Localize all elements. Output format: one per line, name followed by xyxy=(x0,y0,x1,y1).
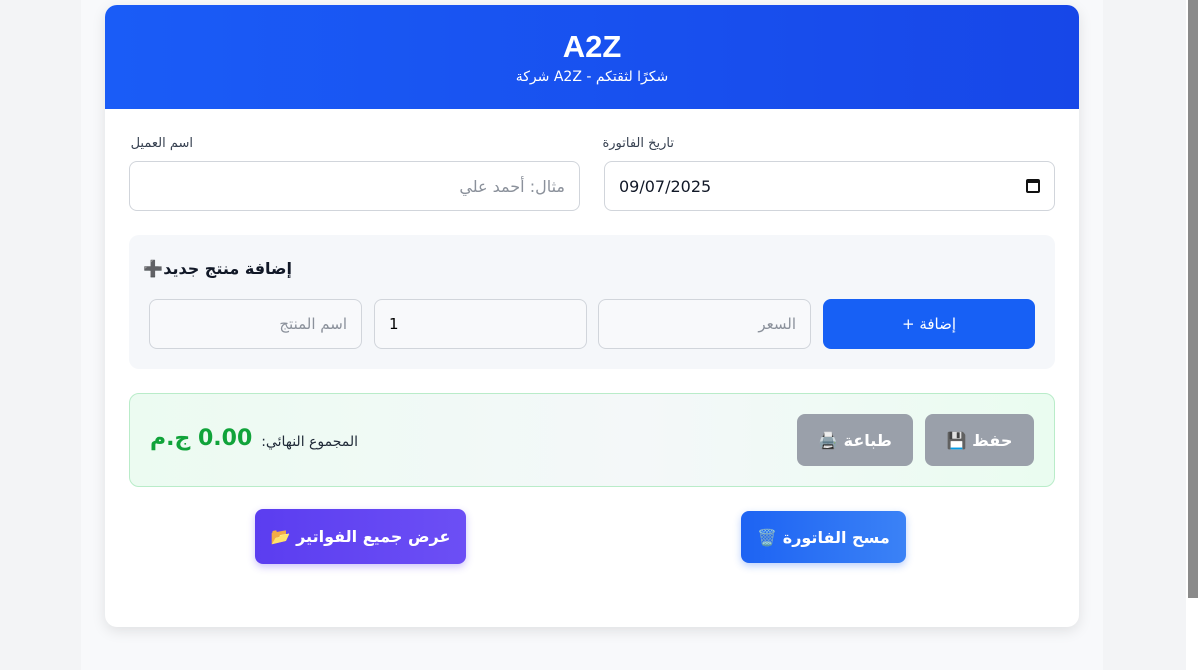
price-placeholder: السعر xyxy=(758,315,796,333)
view-all-invoices-button[interactable]: عرض جميع الفواتير 📂 xyxy=(255,509,466,564)
brand-title: A2Z xyxy=(562,29,622,64)
total-label: المجموع النهائي: xyxy=(261,434,358,450)
calendar-icon[interactable] xyxy=(1026,179,1040,193)
clear-invoice-button[interactable]: مسح الفاتورة 🗑️ xyxy=(741,511,906,563)
scrollbar-thumb[interactable] xyxy=(1188,0,1198,598)
customer-name-placeholder: مثال: أحمد علي xyxy=(459,176,565,196)
print-button[interactable]: طباعة 🖨️ xyxy=(797,414,913,466)
price-input[interactable]: السعر xyxy=(598,299,811,349)
invoice-date-input[interactable]: 09/07/2025 xyxy=(604,161,1055,211)
invoice-date-label: تاريخ الفاتورة xyxy=(602,136,674,151)
invoice-header: A2Z شكرًا لثقتكم - A2Z شركة xyxy=(105,5,1079,109)
total-value: 0.00 ج.م xyxy=(150,426,253,451)
add-product-panel: إضافة منتج جديد➕ اسم المنتج 1 السعر إضاف… xyxy=(129,235,1055,369)
quantity-value: 1 xyxy=(389,315,399,333)
add-product-button[interactable]: إضافة + xyxy=(823,299,1035,349)
invoice-date-value: 09/07/2025 xyxy=(619,176,712,196)
product-name-placeholder: اسم المنتج xyxy=(279,315,347,333)
invoice-card: A2Z شكرًا لثقتكم - A2Z شركة اسم العميل م… xyxy=(105,5,1079,627)
save-button[interactable]: حفظ 💾 xyxy=(925,414,1034,466)
quantity-input[interactable]: 1 xyxy=(374,299,587,349)
customer-name-label: اسم العميل xyxy=(130,136,193,151)
add-product-title: إضافة منتج جديد➕ xyxy=(143,259,292,278)
total-panel: حفظ 💾 طباعة 🖨️ المجموع النهائي: 0.00 ج.م xyxy=(129,393,1055,487)
brand-tagline: شكرًا لثقتكم - A2Z شركة xyxy=(515,69,669,85)
product-name-input[interactable]: اسم المنتج xyxy=(149,299,362,349)
customer-name-input[interactable]: مثال: أحمد علي xyxy=(129,161,580,211)
